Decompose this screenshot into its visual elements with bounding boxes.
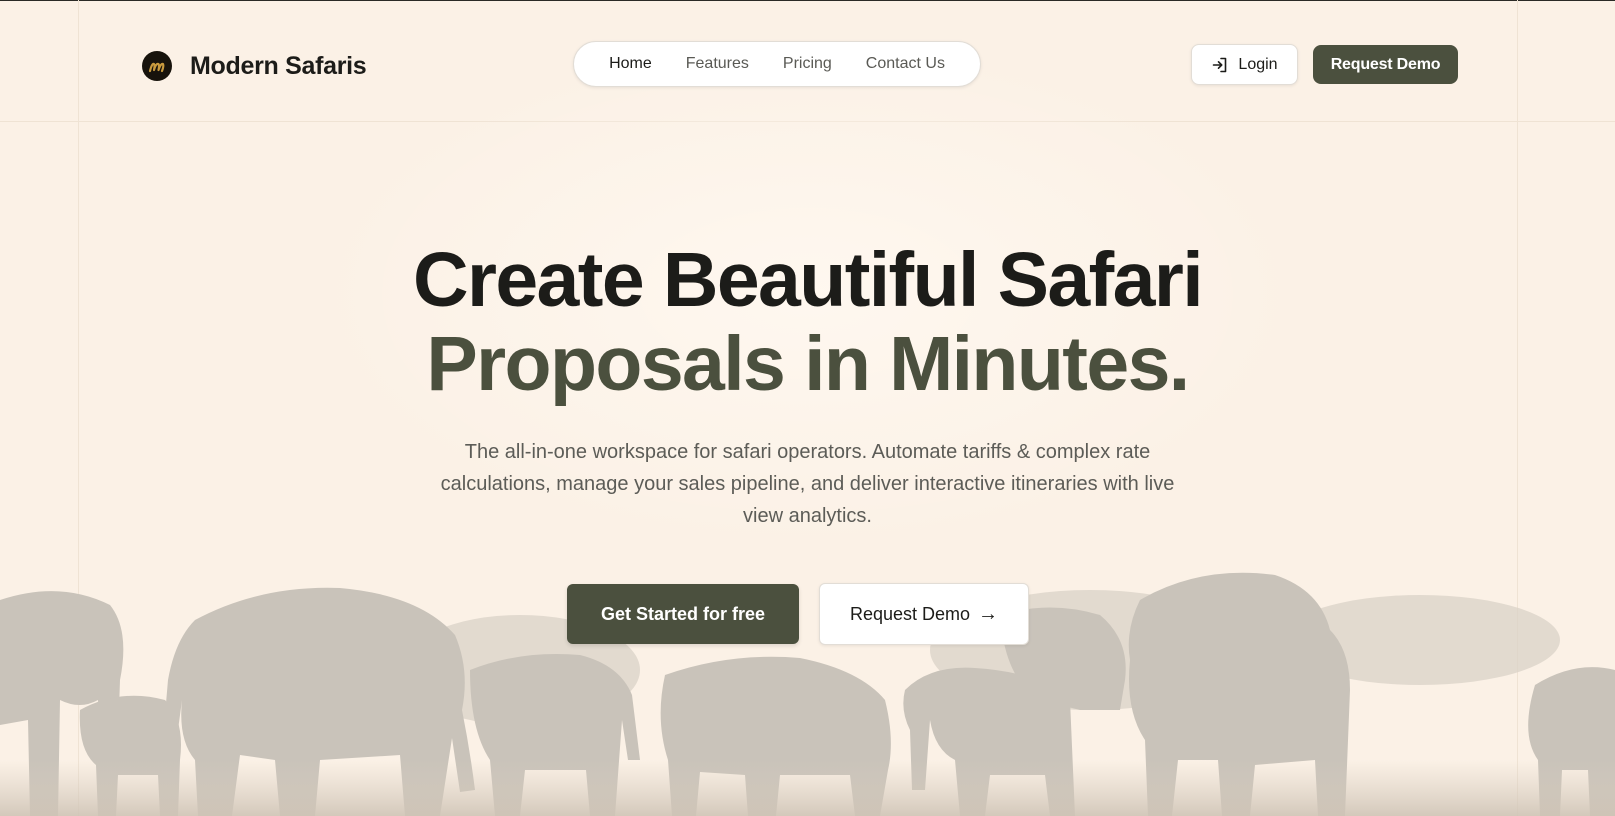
request-demo-button[interactable]: Request Demo	[1313, 45, 1458, 84]
hero-title-line-2: Proposals in Minutes.	[426, 321, 1190, 407]
hero-subtitle: The all-in-one workspace for safari oper…	[440, 441, 1175, 527]
site-header: Modern Safaris Home Features Pricing Con…	[0, 0, 1615, 121]
main-nav: Home Features Pricing Contact Us	[573, 41, 981, 87]
hero-title-line-1: Create Beautiful Safari	[412, 237, 1204, 323]
brand-name: Modern Safaris	[190, 51, 367, 80]
logo-mark-icon	[142, 51, 172, 81]
brand-logo[interactable]: Modern Safaris	[142, 50, 367, 82]
hero-request-demo-button[interactable]: Request Demo →	[819, 583, 1029, 645]
hero-heading: Create Beautiful Safari Proposals in Min…	[0, 238, 1615, 406]
hero-haze	[0, 0, 1615, 816]
arrow-right-icon: →	[978, 602, 999, 625]
hero-request-demo-label: Request Demo	[849, 603, 971, 624]
login-button[interactable]: Login	[1191, 44, 1298, 85]
nav-item-pricing[interactable]: Pricing	[783, 55, 832, 73]
get-started-button[interactable]: Get Started for free	[567, 584, 799, 644]
nav-item-contact-us[interactable]: Contact Us	[866, 55, 945, 73]
login-icon	[1213, 57, 1227, 72]
login-label: Login	[1238, 55, 1278, 73]
nav-item-home[interactable]: Home	[609, 55, 652, 73]
nav-item-features[interactable]: Features	[686, 55, 749, 73]
